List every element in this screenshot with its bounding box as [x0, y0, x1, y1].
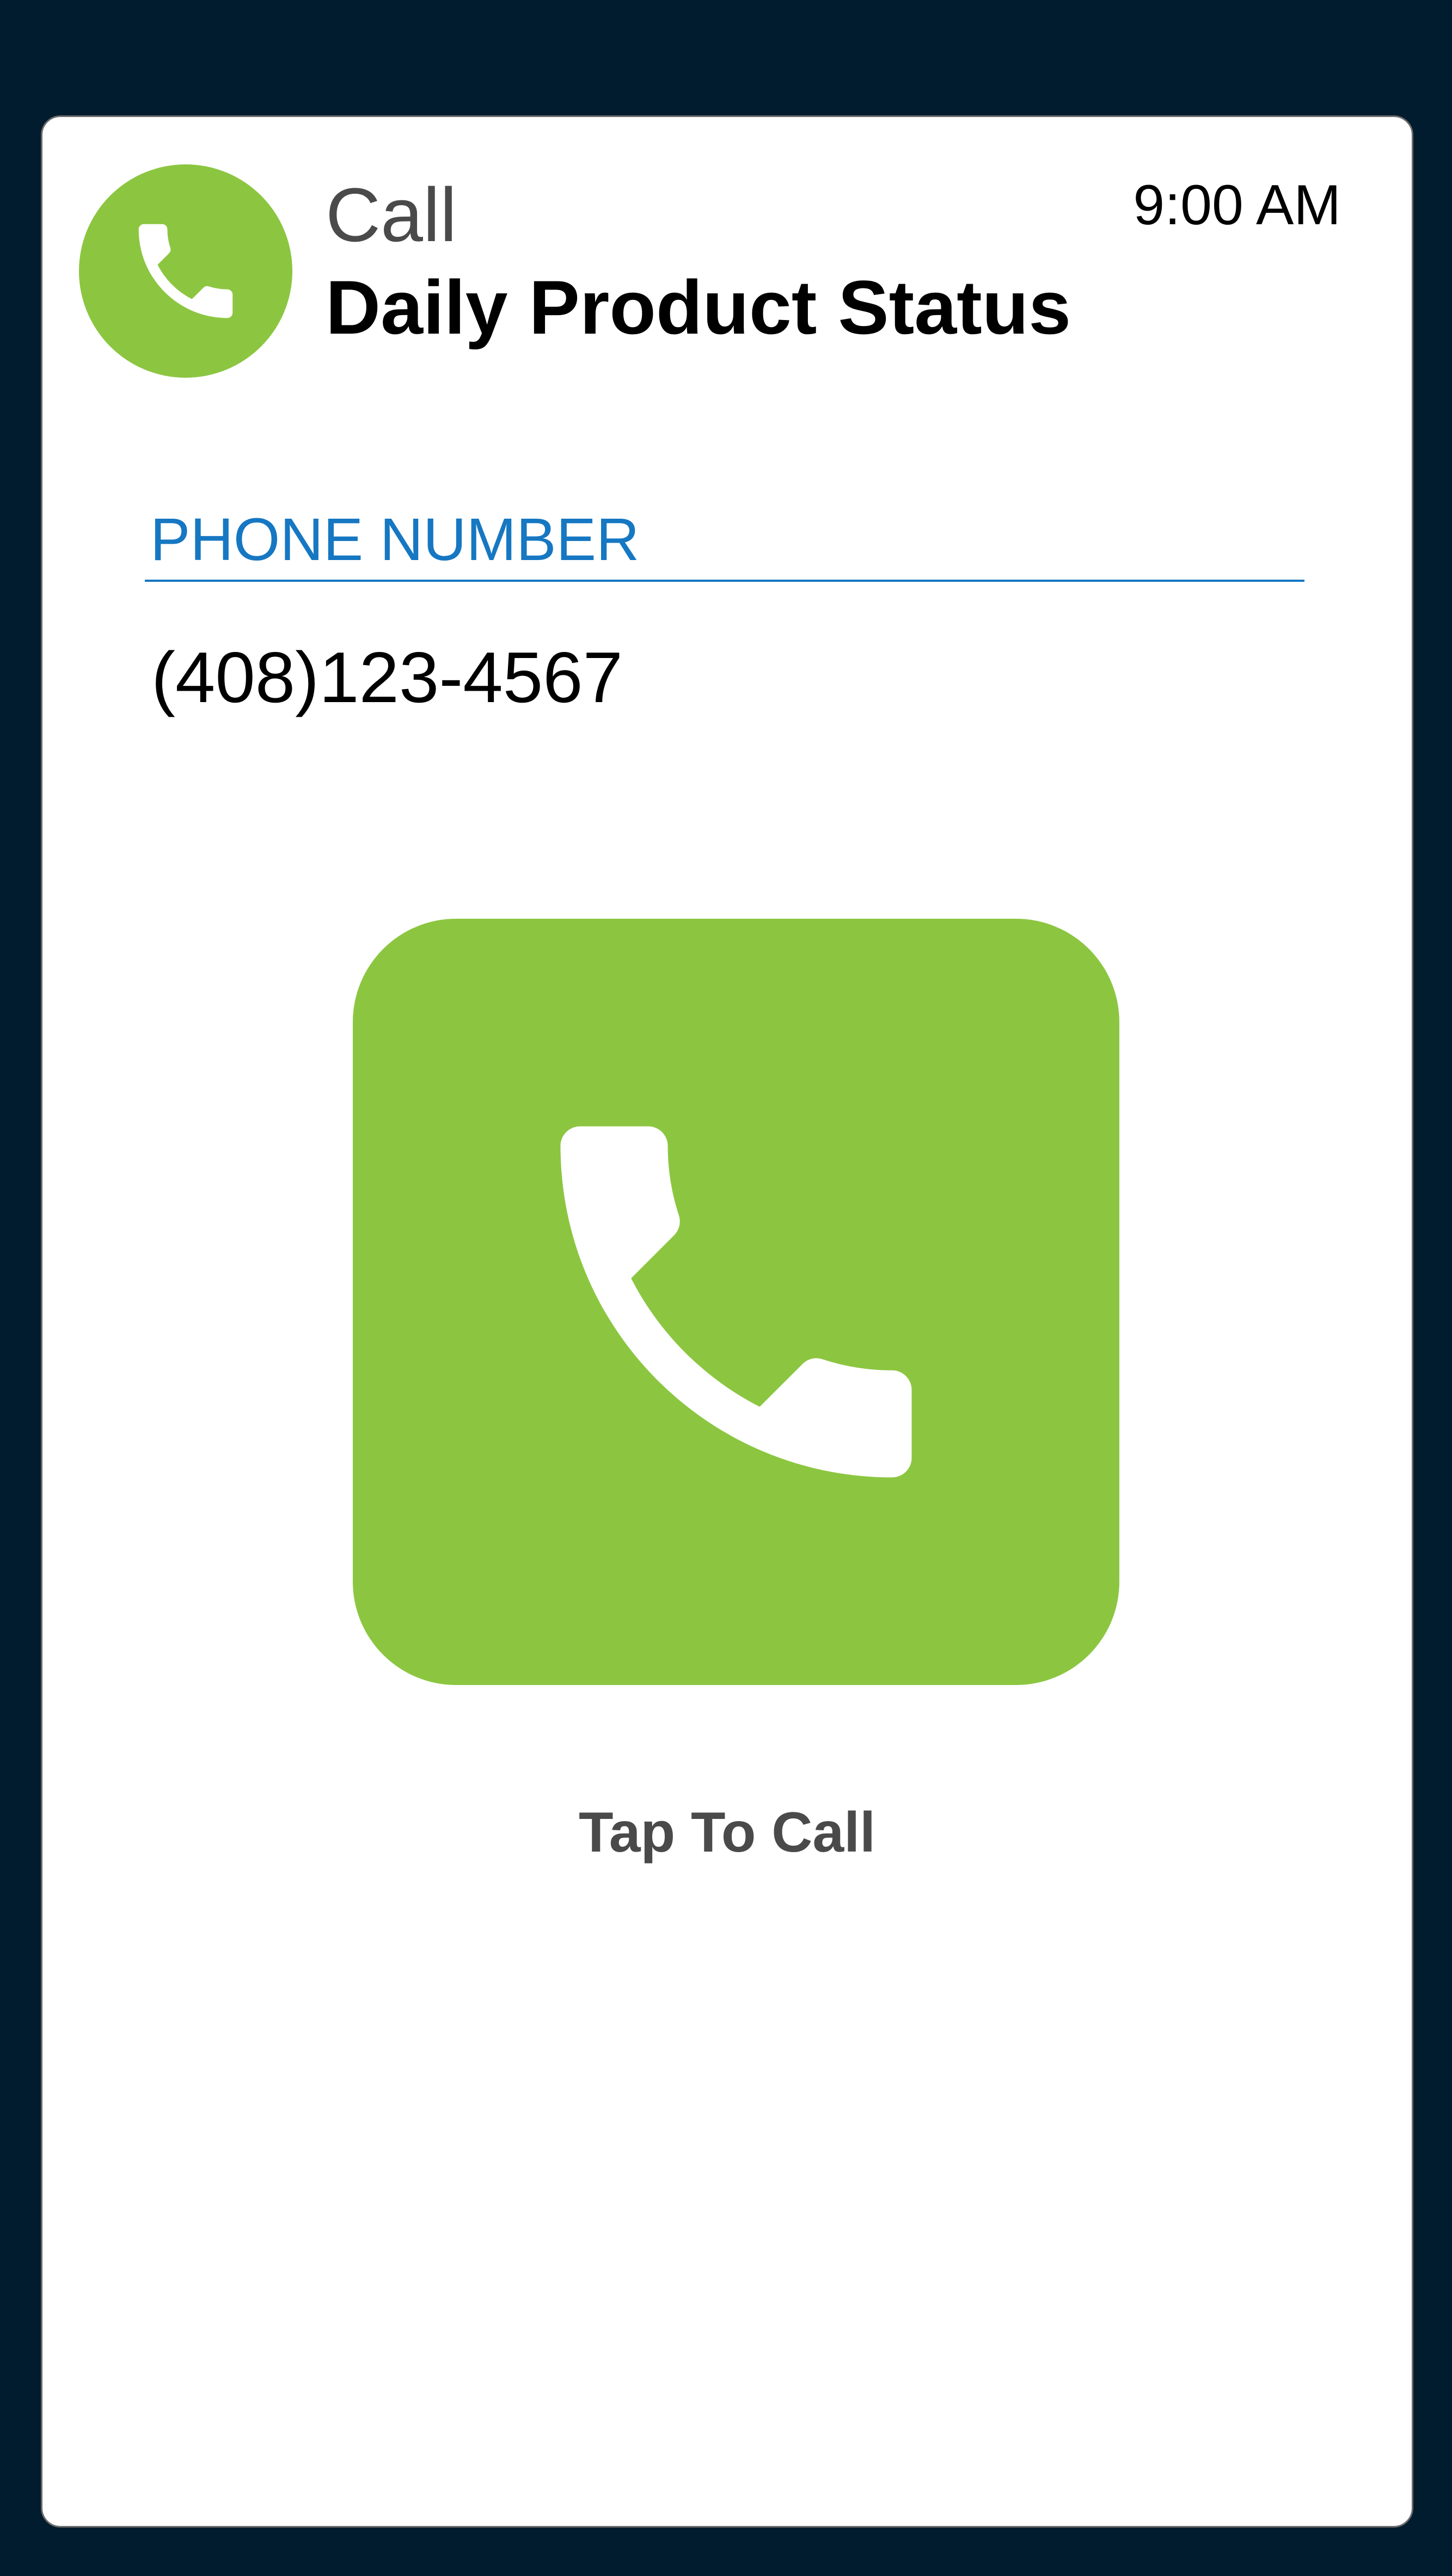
header-phone-badge	[79, 164, 292, 378]
phone-number-divider	[145, 580, 1304, 582]
header-kind: Call	[326, 172, 457, 257]
tap-to-call-label[interactable]: Tap To Call	[42, 1804, 1412, 1861]
call-card: Call Daily Product Status 9:00 AM PHONE …	[41, 115, 1413, 2528]
phone-number-value: (408)123-4567	[151, 637, 623, 717]
phone-icon	[138, 224, 233, 318]
tap-to-call-button[interactable]	[353, 919, 1119, 1685]
header-title: Daily Product Status	[326, 265, 1071, 350]
header-time: 9:00 AM	[1133, 174, 1341, 237]
phone-number-label: PHONE NUMBER	[150, 506, 640, 573]
phone-icon	[560, 1126, 912, 1478]
